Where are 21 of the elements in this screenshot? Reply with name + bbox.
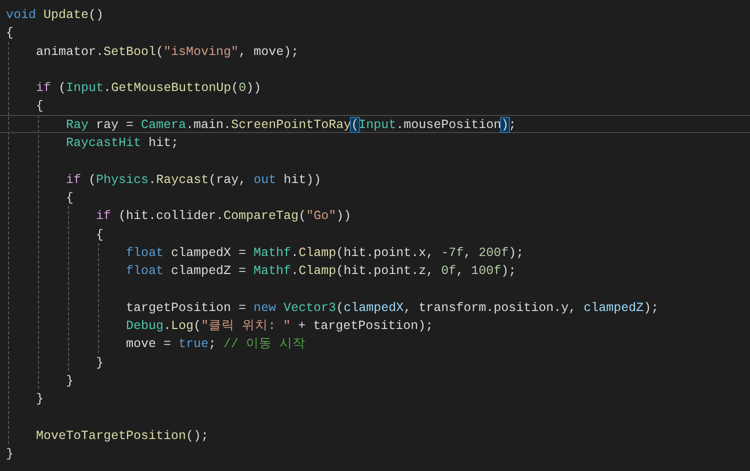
code-line: } — [6, 447, 14, 462]
code-line: { — [36, 99, 44, 114]
code-line: } — [66, 374, 74, 388]
code-line: MoveToTargetPosition(); — [36, 428, 209, 443]
code-line: } — [96, 356, 104, 370]
code-line: Debug.Log("클릭 위치: " + targetPosition); — [126, 319, 434, 334]
code-line: { — [66, 190, 74, 205]
code-line: { — [6, 26, 14, 40]
code-line: if (hit.collider.CompareTag("Go")) — [96, 209, 352, 224]
code-line: if (Input.GetMouseButtonUp(0)) — [36, 81, 262, 96]
code-line: Ray ray = Camera.main.ScreenPointToRay(Input.mousePosition); — [66, 118, 516, 132]
code-line: animator.SetBool("isMoving", move); — [36, 44, 299, 59]
code-line: move = true; // 이동 시작 — [126, 337, 306, 352]
code-line: { — [96, 228, 104, 242]
code-line: if (Physics.Raycast(ray, out hit)) — [66, 172, 322, 187]
code-line: float clampedZ = Mathf.Clamp(hit.point.z, 0f, 100f); — [126, 264, 516, 278]
code-line: float clampedX = Mathf.Clamp(hit.point.x, -7f, 200f); — [126, 246, 524, 260]
code-line: void Update() — [6, 8, 104, 22]
code-line: targetPosition = new Vector3(clampedX, transform.position.y, clampedZ); — [126, 300, 659, 315]
code-line: } — [36, 392, 44, 406]
code-line: RaycastHit hit; — [66, 136, 179, 150]
